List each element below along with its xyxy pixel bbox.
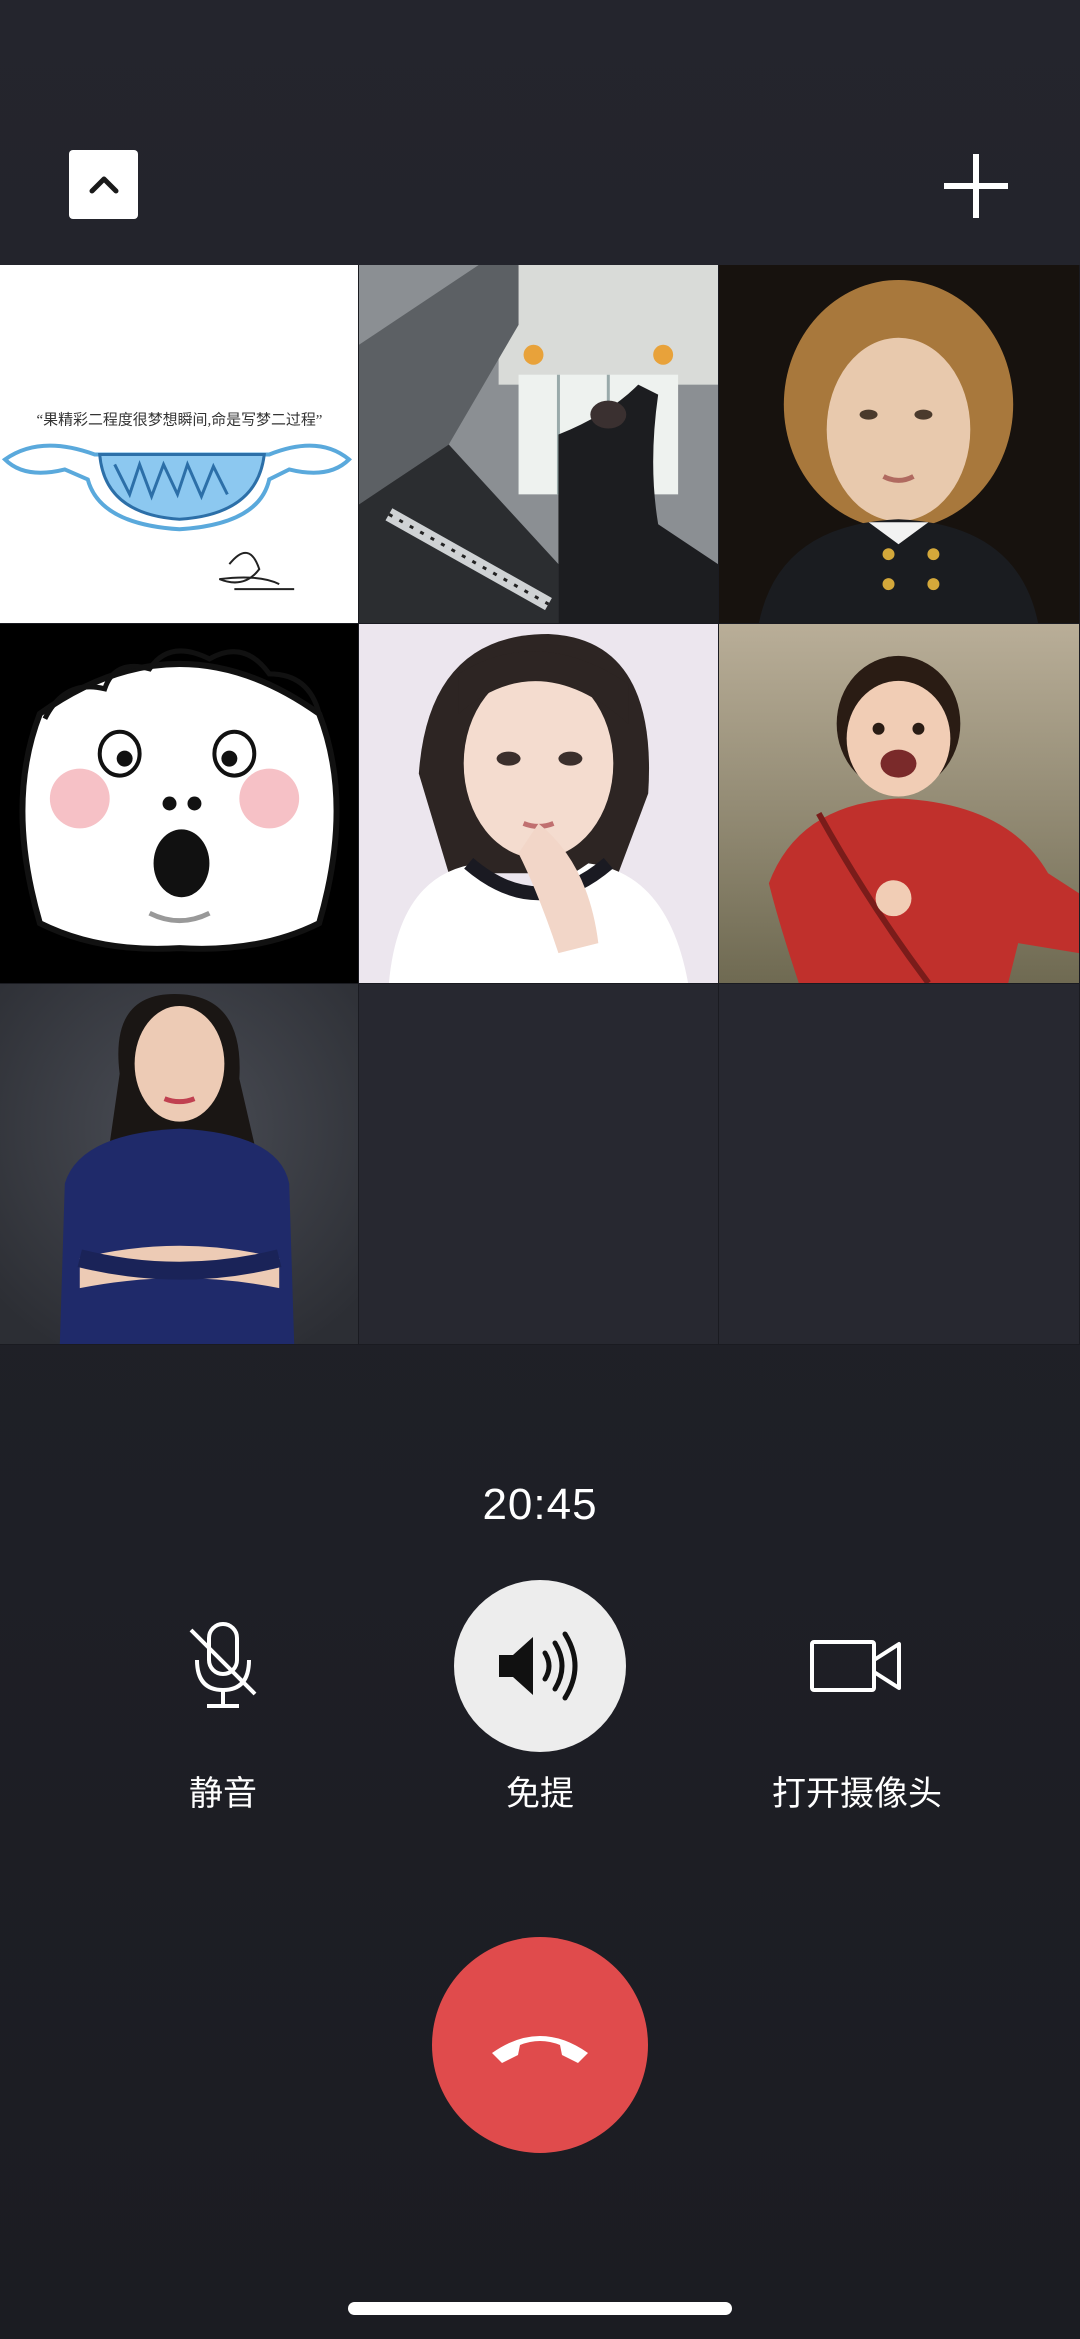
speaker-button[interactable]: 免提 [410, 1580, 670, 1820]
speaker-icon [499, 1631, 578, 1701]
chevron-up-icon [89, 176, 118, 193]
call-timer: 20:45 [482, 1480, 598, 1529]
speaker-icon-wrap [454, 1580, 626, 1752]
speaker-label: 免提 [506, 1775, 574, 1813]
mute-button[interactable]: 静音 [93, 1580, 353, 1820]
minimize-button[interactable] [69, 150, 138, 219]
hang-up-phone-icon [492, 2036, 588, 2063]
mask-doodle-avatar: “果精彩二程度很梦想瞬间,命是写梦二过程” [0, 265, 358, 623]
mute-label: 静音 [189, 1775, 257, 1813]
camera-button[interactable]: 打开摄像头 [727, 1580, 987, 1820]
participant-tile-3[interactable] [719, 265, 1080, 624]
empty-tile [719, 984, 1080, 1345]
video-camera-icon [810, 1640, 901, 1692]
participant-tile-2[interactable] [359, 265, 719, 624]
participant-grid: “果精彩二程度很梦想瞬间,命是写梦二过程” [0, 265, 1080, 1345]
curly-hair-boy-avatar [719, 265, 1079, 623]
plus-icon [944, 154, 1008, 218]
participant-tile-1[interactable]: “果精彩二程度很梦想瞬间,命是写梦二过程” [0, 265, 359, 624]
participant-tile-7[interactable] [0, 984, 359, 1345]
woman-blue-dress-avatar [0, 984, 358, 1344]
add-participant-button[interactable] [940, 150, 1012, 222]
participant-tile-4[interactable] [0, 624, 359, 984]
voice-call-screen: “果精彩二程度很梦想瞬间,命是写梦二过程” 20:45 静音 免提 打开摄像头 [0, 0, 1080, 2339]
empty-tile [359, 984, 719, 1345]
hang-up-button[interactable] [432, 1937, 648, 2153]
participant-tile-6[interactable] [719, 624, 1080, 984]
avatar-caption: “果精彩二程度很梦想瞬间,命是写梦二过程” [37, 411, 323, 429]
microphone-off-icon [189, 1622, 257, 1708]
laughing-child-avatar [719, 624, 1079, 983]
camera-label: 打开摄像头 [772, 1775, 942, 1813]
mute-icon-wrap [137, 1580, 309, 1752]
surprised-cartoon-avatar [0, 624, 358, 983]
home-indicator[interactable] [348, 2302, 732, 2315]
camera-icon-wrap [771, 1580, 943, 1752]
piano-player-avatar [359, 265, 718, 623]
top-bar [0, 0, 1080, 265]
participant-tile-5[interactable] [359, 624, 719, 984]
girl-selfie-avatar [359, 624, 718, 983]
call-controls: 静音 免提 打开摄像头 [0, 1580, 1080, 1820]
